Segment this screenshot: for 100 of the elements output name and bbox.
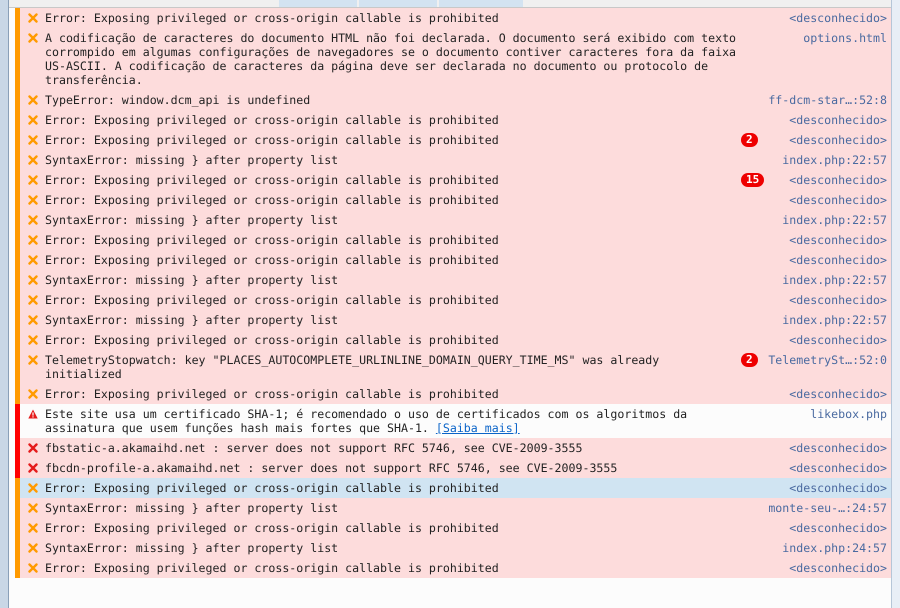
console-message[interactable]: Error: Exposing privileged or cross-origin callable is prohibited <desconhecido> bbox=[15, 558, 891, 578]
toolbar-tab[interactable] bbox=[439, 0, 523, 7]
console-message[interactable]: TelemetryStopwatch: key "PLACES_AUTOCOMPLETE_URLINLINE_DOMAIN_QUERY_TIME_MS" was already initialized 2 TelemetrySt…:52:0 bbox=[15, 350, 891, 384]
source-link[interactable]: <desconhecido> bbox=[789, 441, 887, 455]
console-message[interactable]: SyntaxError: missing } after property list index.php:22:57 bbox=[15, 150, 891, 170]
source-link[interactable]: ff-dcm-star…:52:8 bbox=[768, 93, 887, 107]
source-link[interactable]: TelemetrySt…:52:0 bbox=[768, 353, 887, 367]
source-link[interactable]: <desconhecido> bbox=[789, 193, 887, 207]
console-message[interactable]: SyntaxError: missing } after property list index.php:22:57 bbox=[15, 310, 891, 330]
error-icon bbox=[28, 483, 38, 493]
repeat-count: 2 bbox=[741, 133, 758, 147]
source-link[interactable]: <desconhecido> bbox=[789, 113, 887, 127]
message-text: Error: Exposing privileged or cross-origin callable is prohibited bbox=[45, 293, 499, 307]
console-message[interactable]: TypeError: window.dcm_api is undefined ff-dcm-star…:52:8 bbox=[15, 90, 891, 110]
message-text: SyntaxError: missing } after property list bbox=[45, 273, 338, 287]
console-message[interactable]: SyntaxError: missing } after property list index.php:22:57 bbox=[15, 210, 891, 230]
source-link[interactable]: index.php:22:57 bbox=[782, 213, 887, 227]
warning-icon bbox=[28, 409, 38, 419]
source-link[interactable]: <desconhecido> bbox=[789, 481, 887, 495]
console-message[interactable]: SyntaxError: missing } after property list index.php:22:57 bbox=[15, 270, 891, 290]
error-icon bbox=[28, 33, 38, 43]
message-text: TypeError: window.dcm_api is undefined bbox=[45, 93, 310, 107]
toolbar-tab[interactable] bbox=[279, 0, 357, 7]
message-text: SyntaxError: missing } after property list bbox=[45, 501, 338, 515]
console-message[interactable]: Error: Exposing privileged or cross-origin callable is prohibited <desconhecido> bbox=[15, 250, 891, 270]
repeat-count: 15 bbox=[741, 173, 764, 187]
error-icon bbox=[28, 563, 38, 573]
message-text: Error: Exposing privileged or cross-origin callable is prohibited bbox=[45, 11, 499, 25]
error-icon bbox=[28, 235, 38, 245]
console-message[interactable]: Error: Exposing privileged or cross-origin callable is prohibited <desconhecido> bbox=[15, 518, 891, 538]
console-message[interactable]: Error: Exposing privileged or cross-origin callable is prohibited <desconhecido> bbox=[15, 110, 891, 130]
error-icon bbox=[28, 335, 38, 345]
console-message[interactable]: Error: Exposing privileged or cross-origin callable is prohibited <desconhecido> bbox=[15, 8, 891, 28]
error-icon bbox=[28, 275, 38, 285]
message-text: Error: Exposing privileged or cross-origin callable is prohibited bbox=[45, 113, 499, 127]
console-message[interactable]: Error: Exposing privileged or cross-origin callable is prohibited <desconhecido> bbox=[15, 230, 891, 250]
message-text: Error: Exposing privileged or cross-origin callable is prohibited bbox=[45, 173, 499, 187]
error-icon bbox=[28, 175, 38, 185]
error-icon bbox=[28, 543, 38, 553]
source-link[interactable]: likebox.php bbox=[810, 407, 887, 421]
toolbar-tab[interactable] bbox=[359, 0, 437, 7]
error-icon bbox=[28, 315, 38, 325]
error-icon bbox=[28, 523, 38, 533]
source-link[interactable]: index.php:22:57 bbox=[782, 153, 887, 167]
message-text: Error: Exposing privileged or cross-origin callable is prohibited bbox=[45, 521, 499, 535]
message-text: Error: Exposing privileged or cross-origin callable is prohibited bbox=[45, 253, 499, 267]
message-text: Error: Exposing privileged or cross-origin callable is prohibited bbox=[45, 481, 499, 495]
console-message[interactable]: Error: Exposing privileged or cross-origin callable is prohibited <desconhecido> bbox=[15, 478, 891, 498]
scrollbar[interactable] bbox=[891, 0, 900, 608]
source-link[interactable]: <desconhecido> bbox=[789, 133, 887, 147]
message-text: SyntaxError: missing } after property list bbox=[45, 153, 338, 167]
repeat-count: 2 bbox=[741, 353, 758, 367]
message-text: Error: Exposing privileged or cross-origin callable is prohibited bbox=[45, 233, 499, 247]
error-icon bbox=[28, 155, 38, 165]
error-icon bbox=[28, 195, 38, 205]
message-text: Error: Exposing privileged or cross-origin callable is prohibited bbox=[45, 561, 499, 575]
source-link[interactable]: <desconhecido> bbox=[789, 233, 887, 247]
message-text: A codificação de caracteres do documento HTML não foi declarada. O documento será exibido com texto corrompido em algumas configurações de navegadores se o documento contiver caracteres fora da faixa US-ASCII. A codificação de caracteres da página deve ser declarada no documento ou protocolo de transferência. bbox=[45, 31, 738, 87]
source-link[interactable]: <desconhecido> bbox=[789, 253, 887, 267]
message-text: Error: Exposing privileged or cross-origin callable is prohibited bbox=[45, 193, 499, 207]
message-text: Error: Exposing privileged or cross-origin callable is prohibited bbox=[45, 387, 499, 401]
source-link[interactable]: index.php:24:57 bbox=[782, 541, 887, 555]
error-icon bbox=[28, 13, 38, 23]
message-text: Este site usa um certificado SHA-1; é recomendado o uso de certificados com os algoritmos da assinatura que usem funções hash mais fortes que SHA-1. [Saiba mais] bbox=[45, 407, 688, 435]
error-icon bbox=[28, 135, 38, 145]
source-link[interactable]: <desconhecido> bbox=[789, 173, 887, 187]
learn-more-link[interactable]: [Saiba mais] bbox=[436, 421, 520, 435]
error-icon bbox=[28, 215, 38, 225]
error-icon bbox=[28, 255, 38, 265]
message-text: SyntaxError: missing } after property list bbox=[45, 313, 338, 327]
message-text: TelemetryStopwatch: key "PLACES_AUTOCOMPLETE_URLINLINE_DOMAIN_QUERY_TIME_MS" was already initialized bbox=[45, 353, 660, 381]
console-message[interactable]: Error: Exposing privileged or cross-origin callable is prohibited <desconhecido> bbox=[15, 384, 891, 404]
error-icon bbox=[28, 503, 38, 513]
message-text: SyntaxError: missing } after property list bbox=[45, 541, 338, 555]
console-message[interactable]: fbstatic-a.akamaihd.net : server does not support RFC 5746, see CVE-2009-3555 <desconhecido> bbox=[15, 438, 891, 458]
message-text: fbstatic-a.akamaihd.net : server does not support RFC 5746, see CVE-2009-3555 bbox=[45, 441, 582, 455]
console-message[interactable]: Error: Exposing privileged or cross-origin callable is prohibited <desconhecido> bbox=[15, 190, 891, 210]
console-message[interactable]: Error: Exposing privileged or cross-origin callable is prohibited 2 <desconhecido> bbox=[15, 130, 891, 150]
error-icon bbox=[28, 295, 38, 305]
source-link[interactable]: <desconhecido> bbox=[789, 293, 887, 307]
console-message[interactable]: Error: Exposing privileged or cross-origin callable is prohibited <desconhecido> bbox=[15, 290, 891, 310]
message-text: Error: Exposing privileged or cross-origin callable is prohibited bbox=[45, 133, 499, 147]
console-message[interactable]: SyntaxError: missing } after property list monte-seu-…:24:57 bbox=[15, 498, 891, 518]
source-link[interactable]: <desconhecido> bbox=[789, 387, 887, 401]
source-link[interactable]: <desconhecido> bbox=[789, 333, 887, 347]
console-message[interactable]: fbcdn-profile-a.akamaihd.net : server does not support RFC 5746, see CVE-2009-3555 <desconhecido> bbox=[15, 458, 891, 478]
source-link[interactable]: <desconhecido> bbox=[789, 561, 887, 575]
source-link[interactable]: index.php:22:57 bbox=[782, 273, 887, 287]
source-link[interactable]: <desconhecido> bbox=[789, 521, 887, 535]
source-link[interactable]: <desconhecido> bbox=[789, 11, 887, 25]
error-icon bbox=[28, 443, 38, 453]
console-message[interactable]: SyntaxError: missing } after property list index.php:24:57 bbox=[15, 538, 891, 558]
source-link[interactable]: <desconhecido> bbox=[789, 461, 887, 475]
source-link[interactable]: index.php:22:57 bbox=[782, 313, 887, 327]
console-message[interactable]: Error: Exposing privileged or cross-origin callable is prohibited <desconhecido> bbox=[15, 330, 891, 350]
error-icon bbox=[28, 95, 38, 105]
error-icon bbox=[28, 463, 38, 473]
source-link[interactable]: options.html bbox=[803, 31, 887, 45]
source-link[interactable]: monte-seu-…:24:57 bbox=[768, 501, 887, 515]
console-message[interactable]: Error: Exposing privileged or cross-origin callable is prohibited 15 <desconhecido> bbox=[15, 170, 891, 190]
